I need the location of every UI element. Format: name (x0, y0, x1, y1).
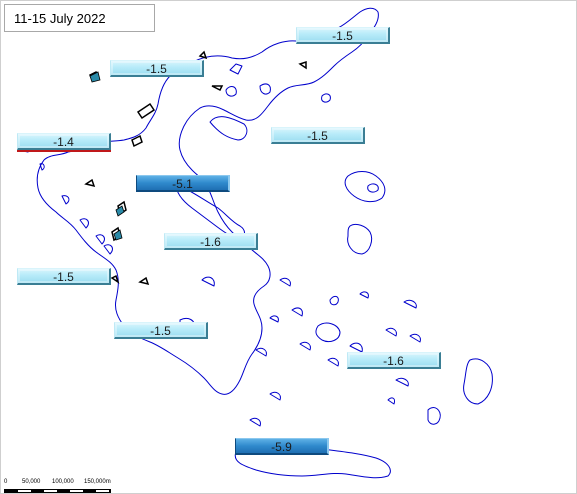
anomaly-value: -1.5 (146, 62, 167, 76)
anomaly-badge-central: -5.1 (136, 175, 230, 192)
anomaly-value: -5.9 (271, 440, 292, 454)
anomaly-badge-north-west: -1.5 (110, 60, 204, 77)
anomaly-value: -1.6 (200, 235, 221, 249)
scale-bar: 0 50,000 100,000 150,000m (4, 479, 124, 494)
scale-track (4, 489, 111, 493)
anomaly-value: -1.5 (53, 270, 74, 284)
anomaly-badge-north-aegean: -1.5 (271, 127, 365, 144)
anomaly-badge-ionian-north: -1.4 (17, 133, 111, 150)
scale-label-150000: 150,000m (84, 479, 111, 485)
anomaly-value: -1.4 (53, 135, 74, 149)
anomaly-value: -1.5 (307, 129, 328, 143)
date-range-label: 11-15 July 2022 (4, 4, 155, 32)
anomaly-badge-dodecanese: -1.6 (347, 352, 441, 369)
anomaly-value: -1.6 (383, 354, 404, 368)
anomaly-value: -5.1 (172, 177, 193, 191)
anomaly-badge-peloponnese: -1.5 (114, 322, 208, 339)
anomaly-value: -1.5 (332, 29, 353, 43)
anomaly-badge-crete: -5.9 (235, 438, 329, 455)
scale-label-50000: 50,000 (22, 479, 41, 485)
anomaly-badge-attica: -1.6 (164, 233, 258, 250)
anomaly-value: -1.5 (150, 324, 171, 338)
anomaly-badge-north-east: -1.5 (296, 27, 390, 44)
scale-label-100000: 100,000 (52, 479, 74, 485)
anomaly-badge-ionian-south: -1.5 (17, 268, 111, 285)
map-frame (0, 0, 577, 494)
scale-label-0: 0 (4, 479, 8, 485)
